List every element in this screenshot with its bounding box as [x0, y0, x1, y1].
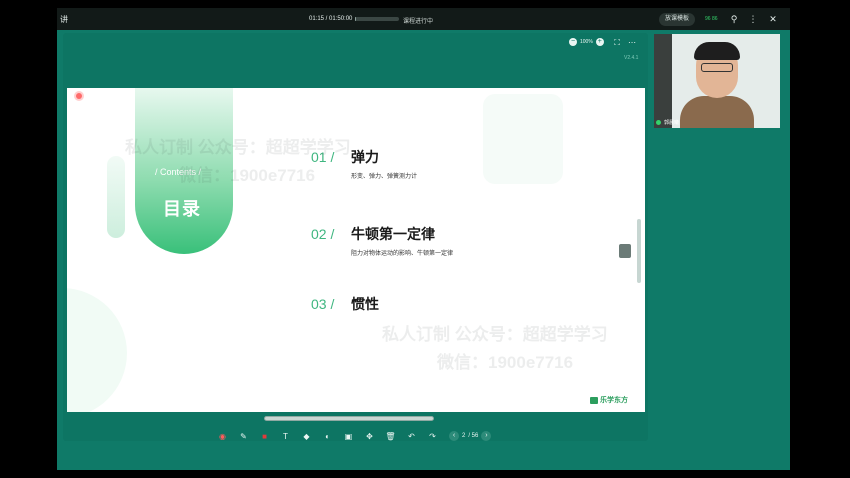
slide-toolbar: − 100% + ⛶ ⋯: [63, 33, 648, 53]
page-current[interactable]: 2: [462, 433, 465, 439]
toc-item-subtitle: 阻力对物体运动的影响、牛顿第一定律: [351, 251, 454, 257]
delete-icon[interactable]: 🗑: [384, 430, 397, 443]
zoom-icon[interactable]: ⚲: [727, 12, 741, 26]
template-button[interactable]: 放课模板: [659, 13, 696, 26]
more-icon[interactable]: ⋮: [746, 12, 760, 26]
top-bar: 讲 01:15 / 01:50:00 课程进行中 放课模板 96 86 ⚲ ⋮ …: [57, 8, 790, 30]
toc-item-subtitle: 形变、弹力、弹簧测力计: [351, 174, 418, 180]
teacher-video: 郭晨曦: [654, 34, 780, 128]
logo-text: 乐学东方: [600, 397, 628, 404]
elapsed-time: 01:15: [309, 16, 325, 22]
lesson-timer: 01:15 / 01:50:00: [309, 16, 353, 22]
lesson-progress-bar: [355, 17, 399, 21]
page-navigator: ‹ 2 / 56 ›: [449, 431, 492, 441]
zoom-control: − 100% +: [569, 38, 604, 46]
prev-page-icon[interactable]: ‹: [449, 431, 459, 441]
page-total: / 56: [468, 433, 479, 439]
decor-bar-thin: [107, 156, 125, 238]
mic-icon: [656, 120, 661, 125]
next-page-icon[interactable]: ›: [481, 431, 492, 441]
classroom-window: 讲 01:15 / 01:50:00 课程进行中 放课模板 96 86 ⚲ ⋮ …: [57, 8, 790, 470]
video-name-tag: 郭晨曦: [656, 119, 679, 126]
decor-block: [483, 94, 563, 184]
network-indicator: 96 86: [705, 16, 718, 22]
horizontal-scrollbar[interactable]: [264, 416, 434, 421]
slide-canvas[interactable]: / Contents / 目录 01 / 弹力 形变、弹力、弹簧测力计 02 /…: [67, 88, 645, 412]
text-icon[interactable]: T: [279, 430, 292, 443]
watermark: 私人订制 公众号：超超学学习: [125, 138, 351, 157]
toc-item-number: 02 /: [311, 226, 335, 242]
watermark: 微信：1900e7716: [437, 353, 574, 372]
teacher-hair: [694, 42, 740, 60]
brand-logo: 乐学东方: [590, 395, 628, 405]
watermark: 微信：1900e7716: [179, 166, 316, 185]
record-icon[interactable]: ◉: [216, 430, 229, 443]
zoom-in-icon[interactable]: +: [595, 38, 604, 46]
teacher-body: [680, 96, 754, 128]
watermark: 私人订制 公众号：超超学学习: [382, 325, 608, 344]
redo-icon[interactable]: ↷: [426, 430, 439, 443]
zoom-out-icon[interactable]: −: [569, 38, 577, 46]
tag-icon[interactable]: ◆: [300, 430, 313, 443]
pen-icon[interactable]: ✎: [237, 430, 250, 443]
vertical-scrollbar[interactable]: [637, 219, 641, 283]
toc-item-title: 牛顿第一定律: [351, 226, 435, 242]
zoom-level: 100%: [580, 39, 593, 45]
side-panel-toggle[interactable]: [619, 244, 631, 258]
logo-icon: [590, 396, 598, 404]
undo-icon[interactable]: ↶: [405, 430, 418, 443]
teacher-name: 郭晨曦: [664, 120, 680, 126]
laser-pointer-icon: [76, 93, 82, 99]
fullscreen-icon[interactable]: ⛶: [612, 38, 622, 48]
screen-icon[interactable]: ▣: [342, 430, 355, 443]
toc-title: 目录: [163, 199, 201, 219]
eraser-icon[interactable]: ◐: [321, 430, 334, 443]
close-icon[interactable]: ✕: [766, 12, 780, 26]
slide-panel: − 100% + ⛶ ⋯ V2.4.1 / Contents / 目录 01 /…: [63, 33, 648, 441]
app-brand: 讲: [60, 15, 68, 24]
more-icon[interactable]: ⋯: [627, 38, 637, 48]
teacher-glasses: [701, 63, 733, 72]
toc-item-number: 03 /: [311, 296, 335, 312]
version-label: V2.4.1: [624, 55, 639, 61]
total-time: 01:50:00: [329, 16, 353, 22]
move-icon[interactable]: ✥: [363, 430, 376, 443]
toc-item-title: 弹力: [351, 149, 379, 165]
decor-circle: [67, 288, 127, 412]
lesson-status: 课程进行中: [403, 19, 434, 25]
lesson-progress-fill: [355, 17, 356, 21]
drawing-toolbar: ◉ ✎ ■ T ◆ ◐ ▣ ✥ 🗑 ↶ ↷ ‹ 2 / 56 ›: [216, 426, 492, 446]
toc-item-title: 惯性: [351, 296, 379, 312]
color-red-icon[interactable]: ■: [258, 430, 271, 443]
